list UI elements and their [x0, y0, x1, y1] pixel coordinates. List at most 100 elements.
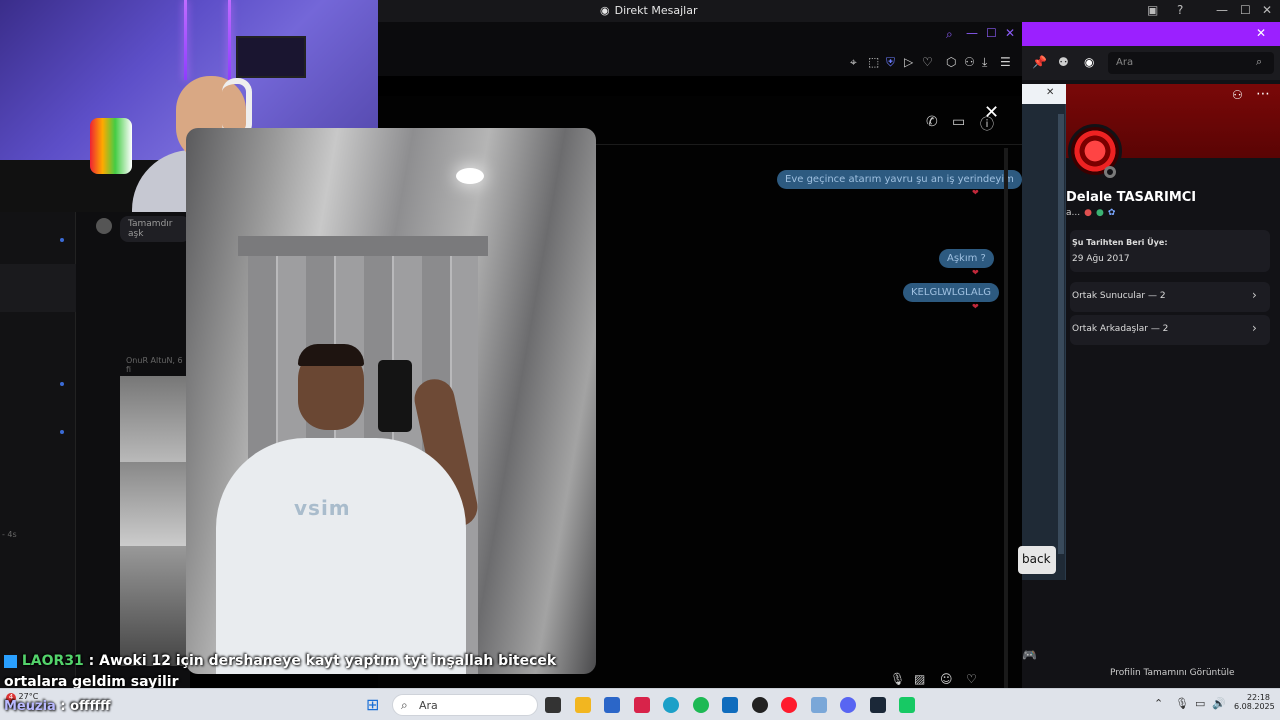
minimize-button[interactable]: — [1216, 3, 1228, 17]
window-title-text: Direkt Mesajlar [614, 4, 698, 17]
settings-app-icon[interactable] [811, 697, 827, 713]
store-icon[interactable] [604, 697, 620, 713]
close-icon[interactable]: ✕ [1046, 87, 1054, 98]
taskbar-search[interactable]: ⌕ Ara [392, 694, 538, 716]
badge-icon: ✿ [1107, 208, 1116, 218]
clock[interactable]: 22:18 6.08.2025 [1234, 693, 1275, 711]
platform-badge-icon [4, 654, 17, 668]
help-icon[interactable]: ? [1177, 3, 1183, 17]
microphone-icon[interactable]: 🎙 [1175, 697, 1189, 710]
microphone [90, 118, 132, 174]
shield-icon[interactable]: ⛨ [886, 55, 895, 70]
led-strip [184, 0, 187, 80]
heart-icon[interactable]: ♡ [922, 55, 933, 69]
user-profile-panel: ⚇ ⋯ Delale TASARIMCI a... ● ● ✿ Şu Tarih… [1066, 84, 1280, 678]
like-icon[interactable]: ♡ [966, 672, 977, 686]
gamepad-icon[interactable]: 🎮 [1022, 648, 1037, 662]
pocket-icon[interactable] [634, 697, 650, 713]
microphone-icon[interactable]: 🎙 [890, 672, 905, 686]
unread-dot [60, 430, 64, 434]
search-placeholder: Ara [1116, 57, 1134, 68]
minimize-icon[interactable]: — [966, 26, 978, 40]
spotify-icon[interactable] [693, 697, 709, 713]
discord-icon: ◉ [600, 4, 610, 17]
chevron-up-icon[interactable]: ⌃ [1154, 697, 1163, 710]
scrollbar[interactable] [1004, 148, 1008, 688]
video-call-icon[interactable]: ▭ [952, 114, 965, 130]
phone-call-icon[interactable]: ✆ [926, 114, 938, 130]
search-icon: ⌕ [401, 698, 408, 712]
dialog-header: ✕ [1022, 84, 1066, 104]
person-shirt [216, 438, 466, 674]
more-options-icon[interactable]: ⋯ [1256, 86, 1270, 102]
task-view-icon[interactable] [545, 697, 561, 713]
scrollbar[interactable] [1058, 114, 1064, 554]
file-explorer-icon[interactable] [575, 697, 591, 713]
menu-icon[interactable]: ☰ [1000, 55, 1011, 69]
status-indicator [1104, 166, 1116, 178]
taskbar-search-placeholder: Ara [419, 699, 438, 712]
unread-dot [60, 382, 64, 386]
search-icon: ⌕ [1256, 55, 1263, 68]
image-thumbnail[interactable] [120, 546, 186, 666]
download-icon[interactable]: ⤓ [982, 55, 987, 70]
network-icon[interactable]: ▭ [1195, 697, 1205, 710]
dm-window-header: ⌕ — ☐ ✕ [378, 22, 1022, 48]
member-since-value: 29 Ağu 2017 [1072, 254, 1130, 264]
app-icon[interactable] [752, 697, 768, 713]
clock-time: 22:18 [1246, 693, 1270, 702]
clock-date: 6.08.2025 [1234, 702, 1275, 711]
outlook-icon[interactable] [722, 697, 738, 713]
maximize-button[interactable]: ☐ [1240, 3, 1251, 17]
back-button[interactable]: back [1018, 546, 1056, 574]
chat-username: LAOR31 [21, 653, 84, 669]
screenshot-icon[interactable]: ⬚ [868, 55, 879, 69]
app-icon[interactable] [899, 697, 915, 713]
search-input[interactable]: Ara ⌕ [1108, 52, 1274, 74]
discord-icon[interactable] [840, 697, 856, 713]
pin-icon[interactable]: 📌 [1032, 55, 1047, 69]
chat-message: LAOR31 : Awoki 12 için dershaneye kayt y… [4, 653, 556, 669]
close-icon[interactable]: ✕ [1256, 26, 1266, 40]
extensions-icon[interactable]: ⬡ [946, 55, 956, 69]
message-bubble: Aşkım ? [939, 249, 994, 268]
search-icon[interactable]: ⌕ [946, 27, 953, 42]
image-thumbnail[interactable] [120, 462, 186, 546]
volume-icon[interactable]: 🔊 [1212, 697, 1226, 710]
time-label: - 4s [2, 530, 17, 539]
right-panel-titlebar: ✕ [1022, 22, 1280, 46]
image-icon[interactable]: ▨ [914, 672, 925, 686]
badge-icon: ● [1084, 208, 1092, 218]
taskbar: 4 27°C Meuzia : offffff ⊞ ⌕ Ara ⌃ 🎙 ▭ 🔊 … [0, 688, 1280, 720]
badge-icon: ● [1095, 208, 1104, 218]
photo-viewer[interactable]: vsim [186, 128, 596, 674]
sticker-icon[interactable]: ☺ [940, 672, 953, 686]
mutual-servers-label: Ortak Sunucular — 2 [1072, 291, 1166, 301]
play-icon[interactable]: ▷ [904, 55, 913, 69]
windows-start-icon[interactable]: ⊞ [366, 695, 379, 714]
mutual-friends-row[interactable]: Ortak Arkadaşlar — 2 › [1070, 315, 1270, 345]
account-icon[interactable]: ⚇ [964, 55, 975, 69]
mutual-servers-row[interactable]: Ortak Sunucular — 2 › [1070, 282, 1270, 312]
view-full-profile-link[interactable]: Profilin Tamamını Görüntüle [1110, 668, 1235, 678]
close-icon[interactable]: ✕ [1005, 26, 1015, 40]
screen-share-icon[interactable]: ▣ [1147, 3, 1158, 17]
edge-icon[interactable] [663, 697, 679, 713]
close-viewer-icon[interactable]: ✕ [984, 102, 999, 123]
chat-list-item-active[interactable] [0, 264, 76, 312]
message-bubble: KELGLWLGLALG [903, 283, 1000, 302]
steam-icon[interactable] [870, 697, 886, 713]
opera-icon[interactable] [781, 697, 797, 713]
members-icon[interactable]: ⚉ [1058, 55, 1069, 69]
profile-icon[interactable]: ◉ [1084, 55, 1094, 69]
chat-username: Meuzia [4, 699, 56, 714]
tag-prefix: a... [1066, 208, 1081, 218]
window-title: ◉ Direkt Mesajlar [600, 4, 697, 17]
led-strip [228, 0, 231, 80]
maximize-icon[interactable]: ☐ [986, 26, 997, 40]
mutual-friends-label: Ortak Arkadaşlar — 2 [1072, 324, 1169, 334]
image-thumbnail[interactable] [120, 376, 186, 464]
pin-icon[interactable]: ⌖ [850, 55, 857, 70]
add-friend-icon[interactable]: ⚇ [1232, 88, 1243, 102]
close-button[interactable]: ✕ [1262, 3, 1272, 17]
